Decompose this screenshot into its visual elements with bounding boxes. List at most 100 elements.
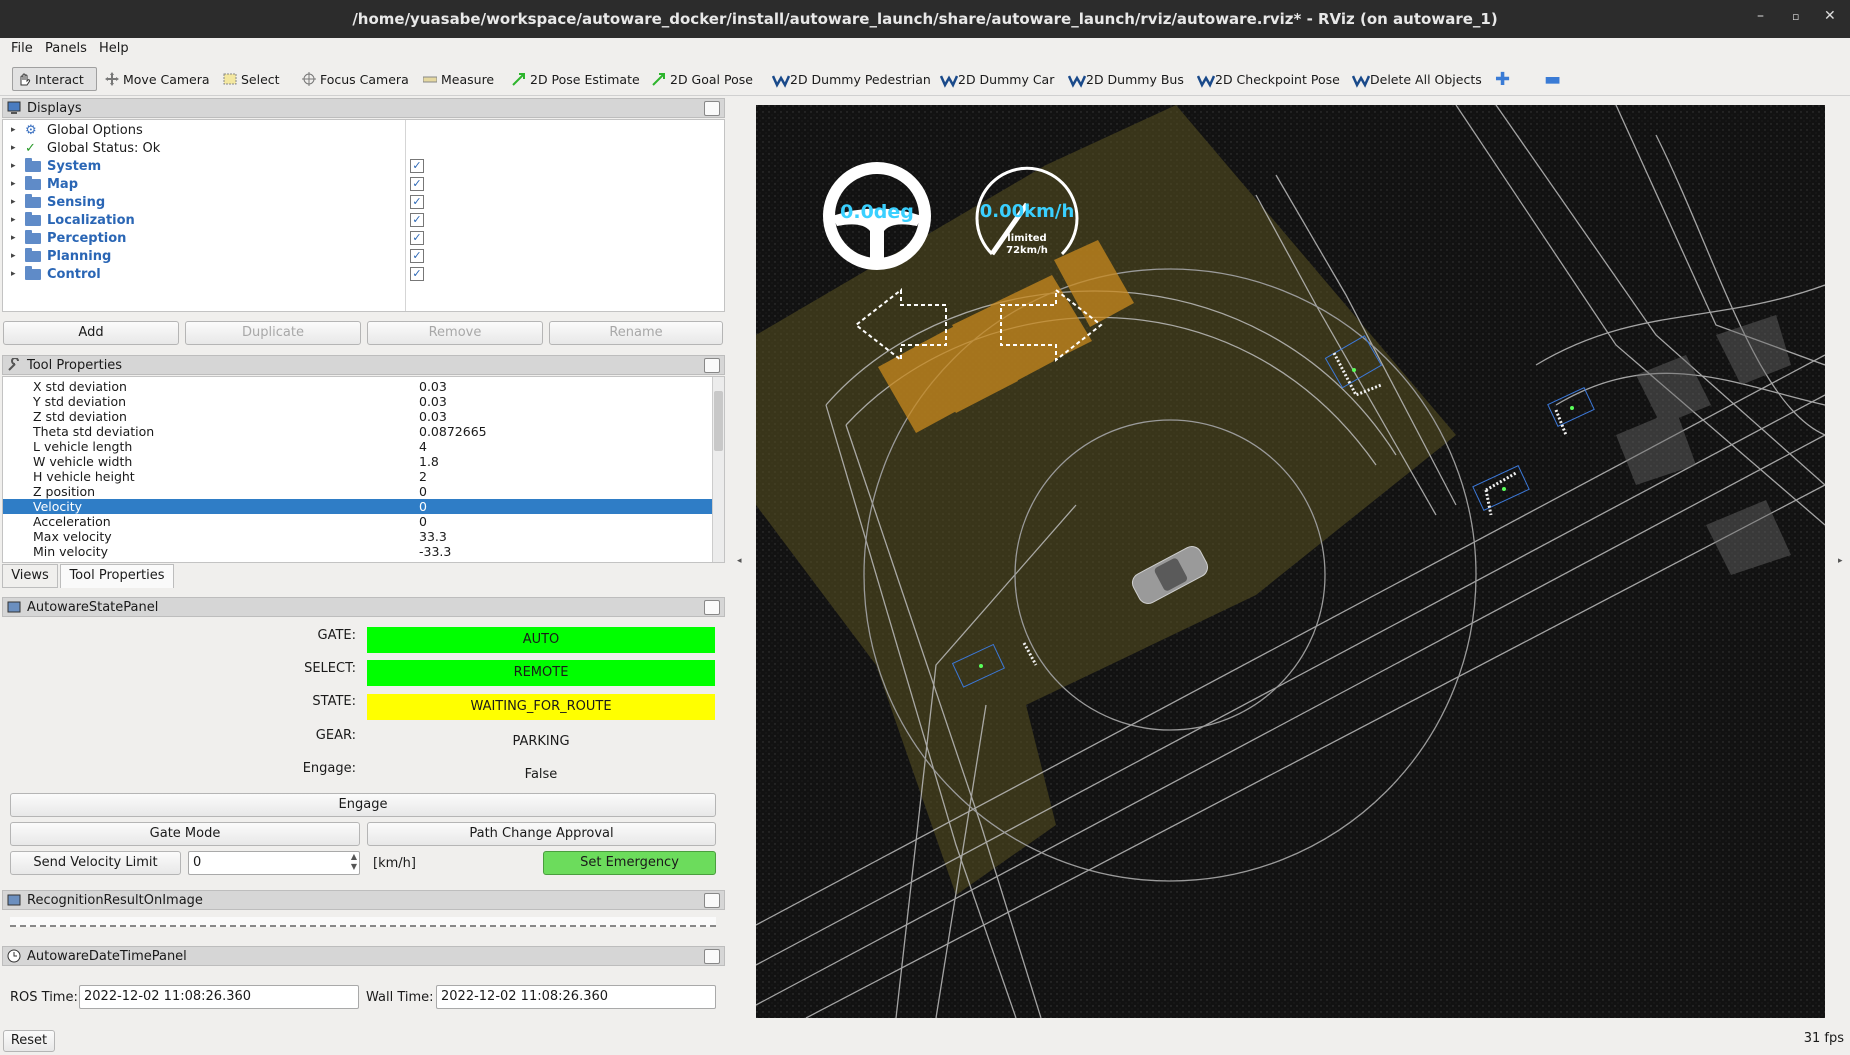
- tree-item-global-status[interactable]: ▸ ✓ Global Status: Ok: [11, 139, 160, 157]
- expand-arrow-icon[interactable]: ▸: [11, 233, 25, 243]
- tree-item-global-options[interactable]: ▸ ⚙ Global Options: [11, 121, 143, 139]
- property-row[interactable]: Acceleration 0: [3, 514, 713, 529]
- tool-label: Delete All Objects: [1370, 71, 1482, 87]
- property-row[interactable]: Z position 0: [3, 484, 713, 499]
- tree-item-planning[interactable]: ▸ Planning: [11, 247, 111, 265]
- tree-item-sensing[interactable]: ▸ Sensing: [11, 193, 105, 211]
- property-row[interactable]: Theta std deviation 0.0872665: [3, 424, 713, 439]
- tool-focus-camera[interactable]: Focus Camera: [298, 67, 413, 91]
- tab-views[interactable]: Views: [2, 564, 58, 588]
- velocity-limit-input[interactable]: 0 ▲ ▼: [188, 851, 360, 875]
- wall-time-label: Wall Time:: [366, 990, 434, 1005]
- tool-label: Focus Camera: [320, 71, 409, 87]
- property-row[interactable]: X std deviation 0.03: [3, 379, 713, 394]
- panel-close-button[interactable]: [704, 893, 720, 908]
- rename-button[interactable]: Rename: [549, 321, 723, 345]
- expand-arrow-icon[interactable]: ▸: [11, 125, 25, 135]
- displays-tree: ▸ ⚙ Global Options ▸ ✓ Global Status: Ok…: [2, 119, 725, 312]
- property-row[interactable]: Max velocity 33.3: [3, 529, 713, 544]
- displays-title: Displays: [27, 100, 82, 116]
- engage-value: False: [524, 767, 558, 782]
- checkbox-map[interactable]: ✓: [410, 177, 424, 191]
- recognition-panel-title: RecognitionResultOnImage: [27, 892, 203, 908]
- tool-2d-goal-pose[interactable]: 2D Goal Pose: [648, 67, 757, 91]
- tool-interact[interactable]: Interact: [12, 67, 97, 91]
- property-row[interactable]: Y std deviation 0.03: [3, 394, 713, 409]
- recognition-image: [10, 917, 716, 927]
- send-velocity-limit-button[interactable]: Send Velocity Limit: [10, 851, 181, 875]
- expand-arrow-icon[interactable]: ▸: [11, 269, 25, 279]
- property-row[interactable]: L vehicle length 4: [3, 439, 713, 454]
- speed-value: 0.00km/h: [979, 201, 1075, 222]
- add-tool-icon[interactable]: ✚: [1491, 67, 1514, 91]
- tool-delete-all-objects[interactable]: Delete All Objects: [1348, 67, 1486, 91]
- render-viewport[interactable]: 0.0deg 0.00km/h limited 72km/h: [756, 105, 1825, 1018]
- expand-arrow-icon[interactable]: ▸: [11, 143, 25, 153]
- tool-2d-dummy-bus[interactable]: 2D Dummy Bus: [1064, 67, 1188, 91]
- checkbox-planning[interactable]: ✓: [410, 249, 424, 263]
- panel-close-button[interactable]: [704, 358, 720, 373]
- checkbox-perception[interactable]: ✓: [410, 231, 424, 245]
- add-display-button[interactable]: Add: [3, 321, 179, 345]
- close-icon[interactable]: ✕: [1824, 8, 1836, 24]
- scrollbar[interactable]: [712, 377, 724, 562]
- tree-item-system[interactable]: ▸ System: [11, 157, 101, 175]
- property-row[interactable]: Z std deviation 0.03: [3, 409, 713, 424]
- property-row-selected[interactable]: Velocity 0: [3, 499, 713, 514]
- panel-icon: [7, 600, 21, 614]
- green-arrow-icon: [652, 72, 666, 86]
- panel-close-button[interactable]: [704, 101, 720, 116]
- duplicate-button[interactable]: Duplicate: [185, 321, 361, 345]
- tree-item-localization[interactable]: ▸ Localization: [11, 211, 135, 229]
- reset-button[interactable]: Reset: [3, 1030, 55, 1052]
- spinbox-arrows-icon[interactable]: ▲ ▼: [351, 852, 357, 872]
- path-change-approval-button[interactable]: Path Change Approval: [367, 822, 716, 846]
- gear-icon: ⚙: [25, 122, 37, 138]
- menu-panels[interactable]: Panels: [45, 41, 87, 56]
- checkbox-sensing[interactable]: ✓: [410, 195, 424, 209]
- panel-close-button[interactable]: [704, 949, 720, 964]
- tool-2d-checkpoint-pose[interactable]: 2D Checkpoint Pose: [1193, 67, 1344, 91]
- set-emergency-button[interactable]: Set Emergency: [543, 851, 716, 875]
- expand-arrow-icon[interactable]: ▸: [11, 251, 25, 261]
- tool-2d-dummy-pedestrian[interactable]: 2D Dummy Pedestrian: [768, 67, 935, 91]
- tree-item-control[interactable]: ▸ Control: [11, 265, 101, 283]
- collapse-left-icon[interactable]: ◂: [737, 556, 742, 566]
- maximize-icon[interactable]: ▫: [1792, 10, 1799, 23]
- remove-tool-icon[interactable]: ▬: [1540, 67, 1565, 91]
- menu-file[interactable]: File: [11, 41, 33, 56]
- ros-time-field[interactable]: 2022-12-02 11:08:26.360: [79, 985, 359, 1009]
- clock-icon: [7, 949, 21, 963]
- tab-tool-properties[interactable]: Tool Properties: [60, 564, 174, 588]
- tree-item-perception[interactable]: ▸ Perception: [11, 229, 126, 247]
- wall-time-field[interactable]: 2022-12-02 11:08:26.360: [436, 985, 716, 1009]
- property-row[interactable]: H vehicle height 2: [3, 469, 713, 484]
- panel-close-button[interactable]: [704, 600, 720, 615]
- tool-select[interactable]: Select: [219, 67, 284, 91]
- tool-move-camera[interactable]: Move Camera: [101, 67, 214, 91]
- expand-arrow-icon[interactable]: ▸: [11, 179, 25, 189]
- menu-help[interactable]: Help: [99, 41, 129, 56]
- tool-label: Interact: [35, 71, 84, 87]
- tree-item-map[interactable]: ▸ Map: [11, 175, 78, 193]
- minimize-icon[interactable]: –: [1757, 8, 1764, 24]
- engage-button[interactable]: Engage: [10, 793, 716, 817]
- collapse-right-icon[interactable]: ▸: [1838, 556, 1843, 566]
- tool-2d-dummy-car[interactable]: 2D Dummy Car: [936, 67, 1058, 91]
- checkbox-system[interactable]: ✓: [410, 159, 424, 173]
- expand-arrow-icon[interactable]: ▸: [11, 161, 25, 171]
- checkbox-localization[interactable]: ✓: [410, 213, 424, 227]
- checkbox-control[interactable]: ✓: [410, 267, 424, 281]
- expand-arrow-icon[interactable]: ▸: [11, 197, 25, 207]
- tool-2d-pose-estimate[interactable]: 2D Pose Estimate: [508, 67, 644, 91]
- tool-measure[interactable]: Measure: [419, 67, 498, 91]
- folder-icon: [25, 157, 41, 172]
- gate-mode-button[interactable]: Gate Mode: [10, 822, 360, 846]
- scrollbar-thumb[interactable]: [714, 391, 723, 451]
- remove-button[interactable]: Remove: [367, 321, 543, 345]
- hand-pointer-icon: [17, 72, 31, 86]
- expand-arrow-icon[interactable]: ▸: [11, 215, 25, 225]
- autoware-logo-icon: [939, 72, 959, 88]
- property-row[interactable]: Min velocity -33.3: [3, 544, 713, 559]
- property-row[interactable]: W vehicle width 1.8: [3, 454, 713, 469]
